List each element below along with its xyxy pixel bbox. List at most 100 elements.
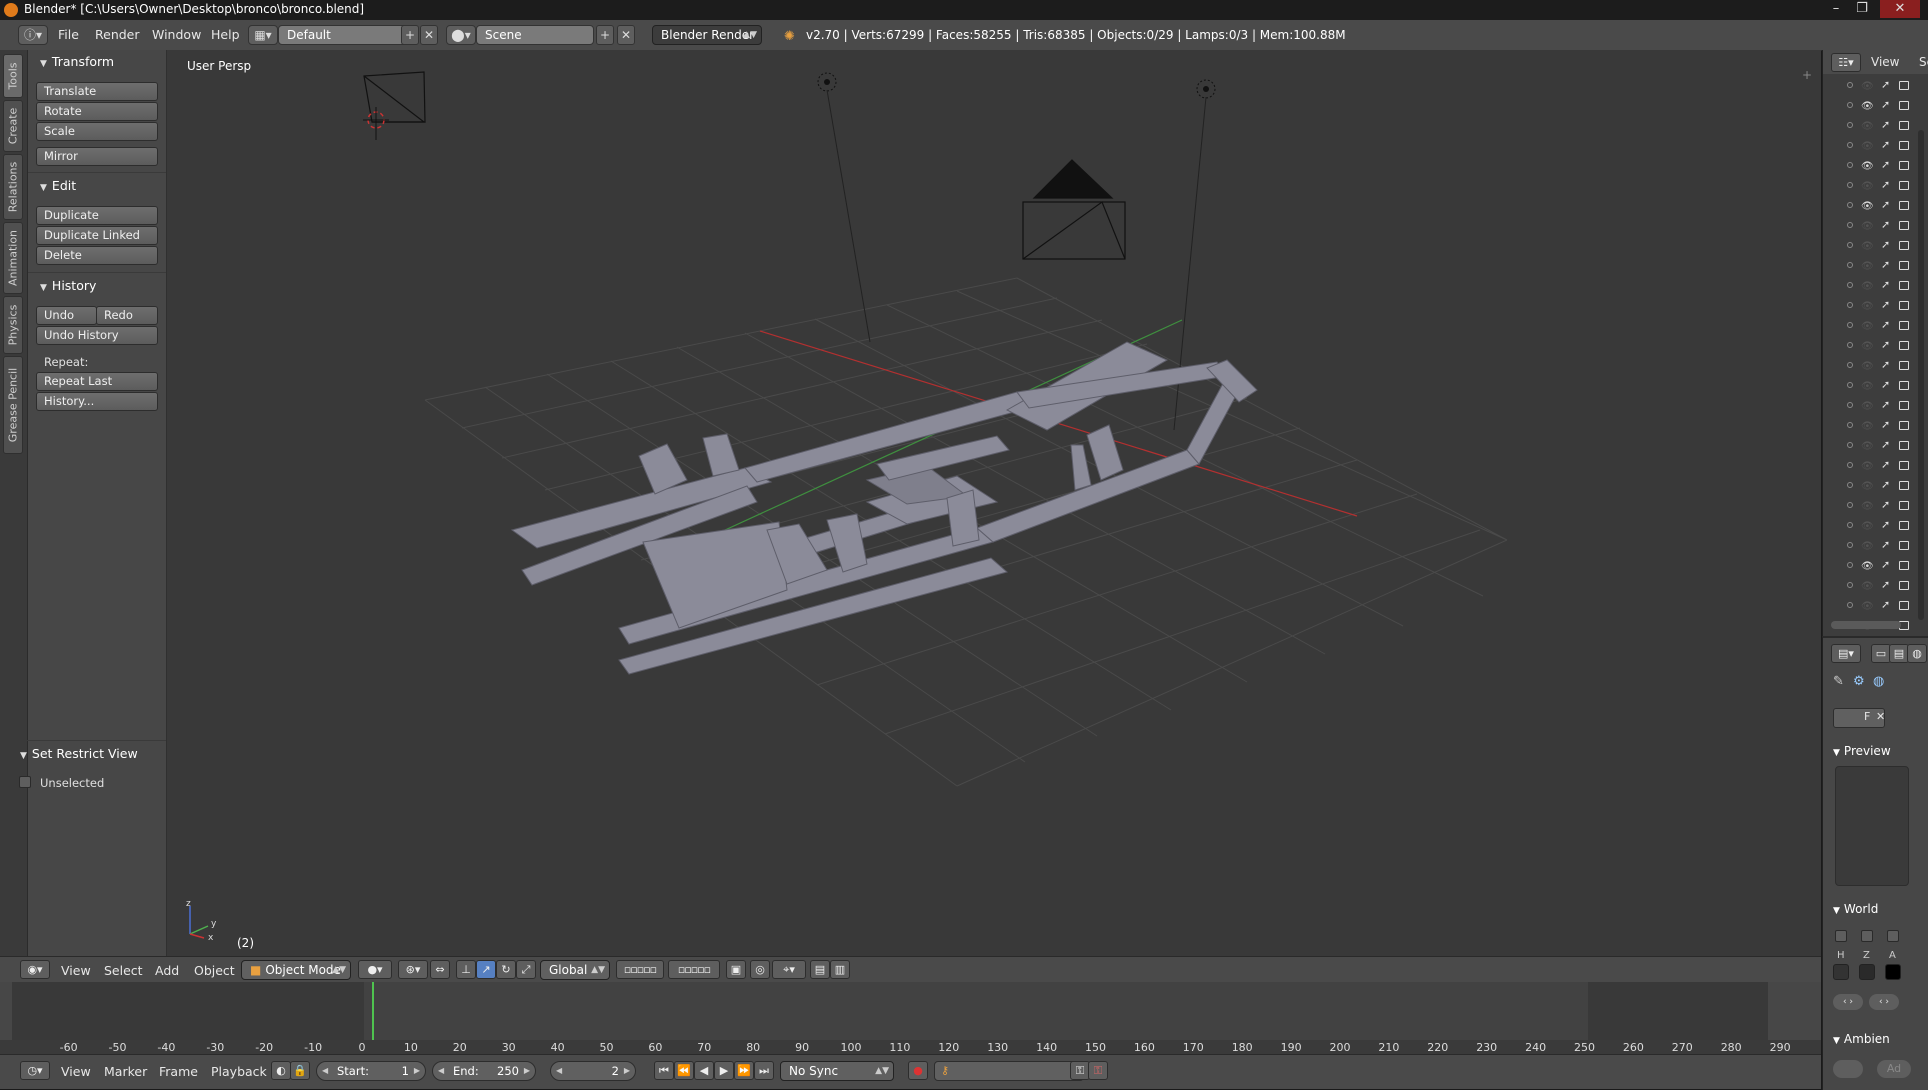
editor-type-3d-view-button[interactable]: ◉▾: [20, 960, 50, 979]
cursor-select-icon[interactable]: ➚: [1881, 298, 1890, 311]
tab-animation[interactable]: Animation: [3, 222, 23, 294]
eye-icon[interactable]: 👁: [1861, 161, 1874, 172]
cursor-select-icon[interactable]: ➚: [1881, 258, 1890, 271]
menu-view[interactable]: View: [61, 963, 91, 978]
eye-icon[interactable]: 👁: [1861, 561, 1874, 572]
world-mode-toggle[interactable]: ‹ ›: [1833, 994, 1863, 1010]
tab-tools[interactable]: Tools: [3, 54, 23, 98]
cursor-select-icon[interactable]: ➚: [1881, 98, 1890, 111]
scene-layers-b-icon[interactable]: ▫▫▫▫▫: [668, 960, 720, 979]
expand-dot-icon[interactable]: [1847, 582, 1853, 588]
unselected-checkbox[interactable]: [19, 776, 31, 788]
layout-field[interactable]: Default: [278, 25, 415, 45]
eye-icon[interactable]: 👁: [1861, 321, 1874, 332]
render-camera-icon[interactable]: [1899, 141, 1909, 150]
eye-icon[interactable]: 👁: [1861, 301, 1874, 312]
menu-frame[interactable]: Frame: [159, 1064, 198, 1079]
menu-add[interactable]: Add: [155, 963, 179, 978]
expand-dot-icon[interactable]: [1847, 342, 1853, 348]
outliner-row[interactable]: 👁➚: [1823, 356, 1919, 376]
active-keying-set-field[interactable]: ⚷: [934, 1061, 1084, 1081]
delete-keyframe-icon[interactable]: ⚿: [1088, 1061, 1108, 1080]
timeline-playhead[interactable]: [371, 982, 374, 1040]
outliner-row[interactable]: 👁➚: [1823, 256, 1919, 276]
cursor-select-icon[interactable]: ➚: [1881, 478, 1890, 491]
eye-icon[interactable]: 👁: [1861, 481, 1874, 492]
cursor-select-icon[interactable]: ➚: [1881, 418, 1890, 431]
jump-to-start-icon[interactable]: ⏮: [654, 1061, 674, 1080]
maximize-button[interactable]: ❐: [1850, 0, 1874, 18]
real-sky-checkbox[interactable]: [1887, 930, 1899, 942]
cursor-select-icon[interactable]: ➚: [1881, 398, 1890, 411]
outliner-scrollbar[interactable]: [1918, 130, 1924, 620]
expand-dot-icon[interactable]: [1847, 122, 1853, 128]
menu-marker[interactable]: Marker: [104, 1064, 147, 1079]
mirror-button[interactable]: Mirror: [36, 147, 158, 166]
render-camera-icon[interactable]: [1899, 461, 1909, 470]
eye-icon[interactable]: 👁: [1861, 581, 1874, 592]
history-panel-header[interactable]: ▼ History: [40, 278, 96, 293]
expand-dot-icon[interactable]: [1847, 162, 1853, 168]
outliner-row[interactable]: 👁➚: [1823, 556, 1919, 576]
scene-layers-a-icon[interactable]: ▫▫▫▫▫: [616, 960, 664, 979]
timeline-editor[interactable]: -60 -50 -40 -30 -20 -10 0 10 20 30 40 50 60 70 80 90 100…: [0, 982, 1821, 1054]
outliner-horizontal-scrollbar[interactable]: [1831, 621, 1901, 629]
expand-dot-icon[interactable]: [1847, 222, 1853, 228]
cursor-select-icon[interactable]: ➚: [1881, 558, 1890, 571]
expand-dot-icon[interactable]: [1847, 482, 1853, 488]
scale-manipulator-icon[interactable]: ⤢: [516, 960, 536, 979]
chassis-mesh[interactable]: [510, 341, 1258, 675]
cursor-select-icon[interactable]: ➚: [1881, 338, 1890, 351]
eye-icon[interactable]: 👁: [1861, 461, 1874, 472]
render-camera-icon[interactable]: [1899, 501, 1909, 510]
timeline-area[interactable]: [12, 982, 1768, 1040]
camera-object[interactable]: [363, 71, 426, 123]
render-camera-icon[interactable]: [1899, 481, 1909, 490]
render-camera-icon[interactable]: [1899, 221, 1909, 230]
world-panel-header[interactable]: ▼ World: [1833, 902, 1878, 916]
cursor-select-icon[interactable]: ➚: [1881, 178, 1890, 191]
add-scene-button[interactable]: +: [596, 25, 614, 45]
expand-dot-icon[interactable]: [1847, 82, 1853, 88]
render-camera-icon[interactable]: [1899, 361, 1909, 370]
eye-icon[interactable]: 👁: [1861, 201, 1874, 212]
duplicate-linked-button[interactable]: Duplicate Linked: [36, 226, 158, 245]
start-frame-field[interactable]: ◀ Start: 1 ▶: [316, 1061, 426, 1081]
render-camera-icon[interactable]: [1899, 261, 1909, 270]
expand-dot-icon[interactable]: [1847, 522, 1853, 528]
redo-button[interactable]: Redo: [96, 306, 158, 325]
render-camera-icon[interactable]: [1899, 301, 1909, 310]
snap-icon[interactable]: ⌖▾: [772, 960, 806, 979]
screen-layout-icon[interactable]: ▦▾: [248, 25, 278, 45]
tab-create[interactable]: Create: [3, 100, 23, 152]
remove-layout-button[interactable]: ✕: [420, 25, 438, 45]
transform-manipulator-icon[interactable]: ⊥: [456, 960, 476, 979]
render-camera-icon[interactable]: [1899, 81, 1909, 90]
menu-file[interactable]: File: [58, 27, 79, 42]
cursor-select-icon[interactable]: ➚: [1881, 238, 1890, 251]
eye-icon[interactable]: 👁: [1861, 441, 1874, 452]
render-camera-icon[interactable]: [1899, 161, 1909, 170]
expand-dot-icon[interactable]: [1847, 442, 1853, 448]
scale-button[interactable]: Scale: [36, 122, 158, 141]
outliner-row[interactable]: 👁➚: [1823, 236, 1919, 256]
expand-dot-icon[interactable]: [1847, 202, 1853, 208]
eye-icon[interactable]: 👁: [1861, 121, 1874, 132]
eye-icon[interactable]: 👁: [1861, 501, 1874, 512]
pin-icon[interactable]: ✎: [1833, 674, 1844, 689]
render-camera-icon[interactable]: [1899, 601, 1909, 610]
expand-dot-icon[interactable]: [1847, 422, 1853, 428]
cursor-select-icon[interactable]: ➚: [1881, 198, 1890, 211]
eye-icon[interactable]: 👁: [1861, 521, 1874, 532]
cursor-select-icon[interactable]: ➚: [1881, 578, 1890, 591]
expand-dot-icon[interactable]: [1847, 142, 1853, 148]
render-camera-icon[interactable]: [1899, 541, 1909, 550]
render-camera-icon[interactable]: [1899, 101, 1909, 110]
paper-sky-checkbox[interactable]: [1835, 930, 1847, 942]
render-camera-icon[interactable]: [1899, 561, 1909, 570]
eye-icon[interactable]: 👁: [1861, 601, 1874, 612]
cursor-select-icon[interactable]: ➚: [1881, 458, 1890, 471]
render-camera-icon[interactable]: [1899, 181, 1909, 190]
outliner-row[interactable]: 👁➚: [1823, 436, 1919, 456]
outliner-row[interactable]: 👁➚: [1823, 296, 1919, 316]
